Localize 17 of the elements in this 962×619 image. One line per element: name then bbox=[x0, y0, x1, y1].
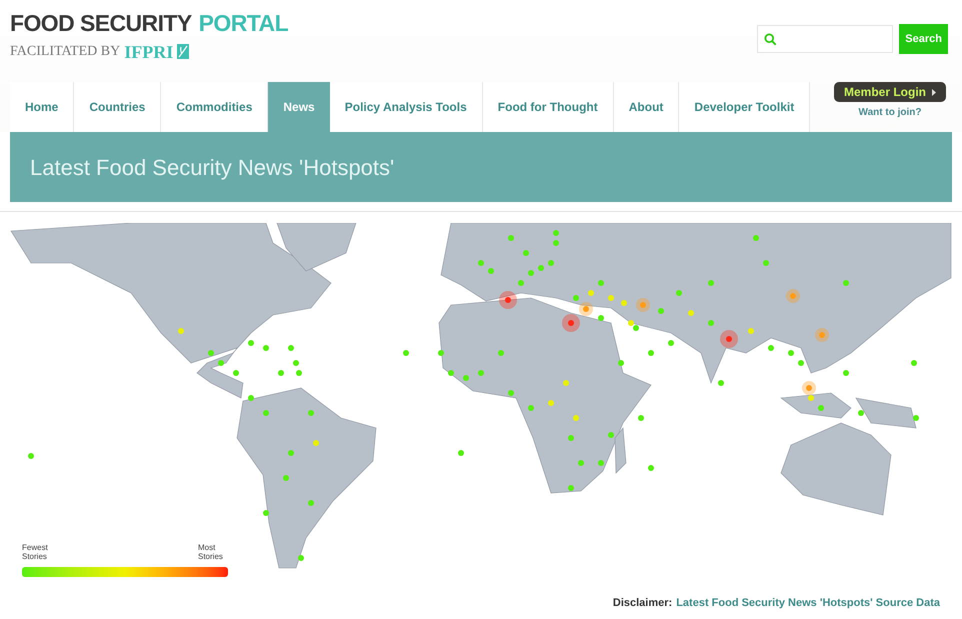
tagline: FACILITATED BY bbox=[10, 43, 120, 61]
join-link[interactable]: Want to join? bbox=[858, 105, 922, 120]
site-title: FOOD SECURITY bbox=[10, 12, 192, 35]
brand-name: IFPRI bbox=[124, 42, 174, 60]
disclaimer-label: Disclaimer: bbox=[612, 596, 672, 611]
legend-high-label: Most Stories bbox=[198, 543, 224, 561]
caret-icon bbox=[932, 88, 936, 96]
leaf-icon bbox=[177, 44, 190, 59]
banner-title: Latest Food Security News 'Hotspots' bbox=[30, 154, 394, 182]
source-data-link[interactable]: Latest Food Security News 'Hotspots' Source Data bbox=[676, 595, 940, 612]
legend-low-label: Fewest Stories bbox=[22, 543, 49, 561]
search-field[interactable] bbox=[757, 25, 894, 53]
site-title-accent: PORTAL bbox=[198, 12, 288, 35]
nav-tab[interactable]: News bbox=[268, 82, 330, 132]
member-login-button[interactable]: Member Login bbox=[834, 82, 946, 102]
search-icon bbox=[764, 32, 778, 46]
search-button[interactable]: Search bbox=[899, 24, 948, 54]
